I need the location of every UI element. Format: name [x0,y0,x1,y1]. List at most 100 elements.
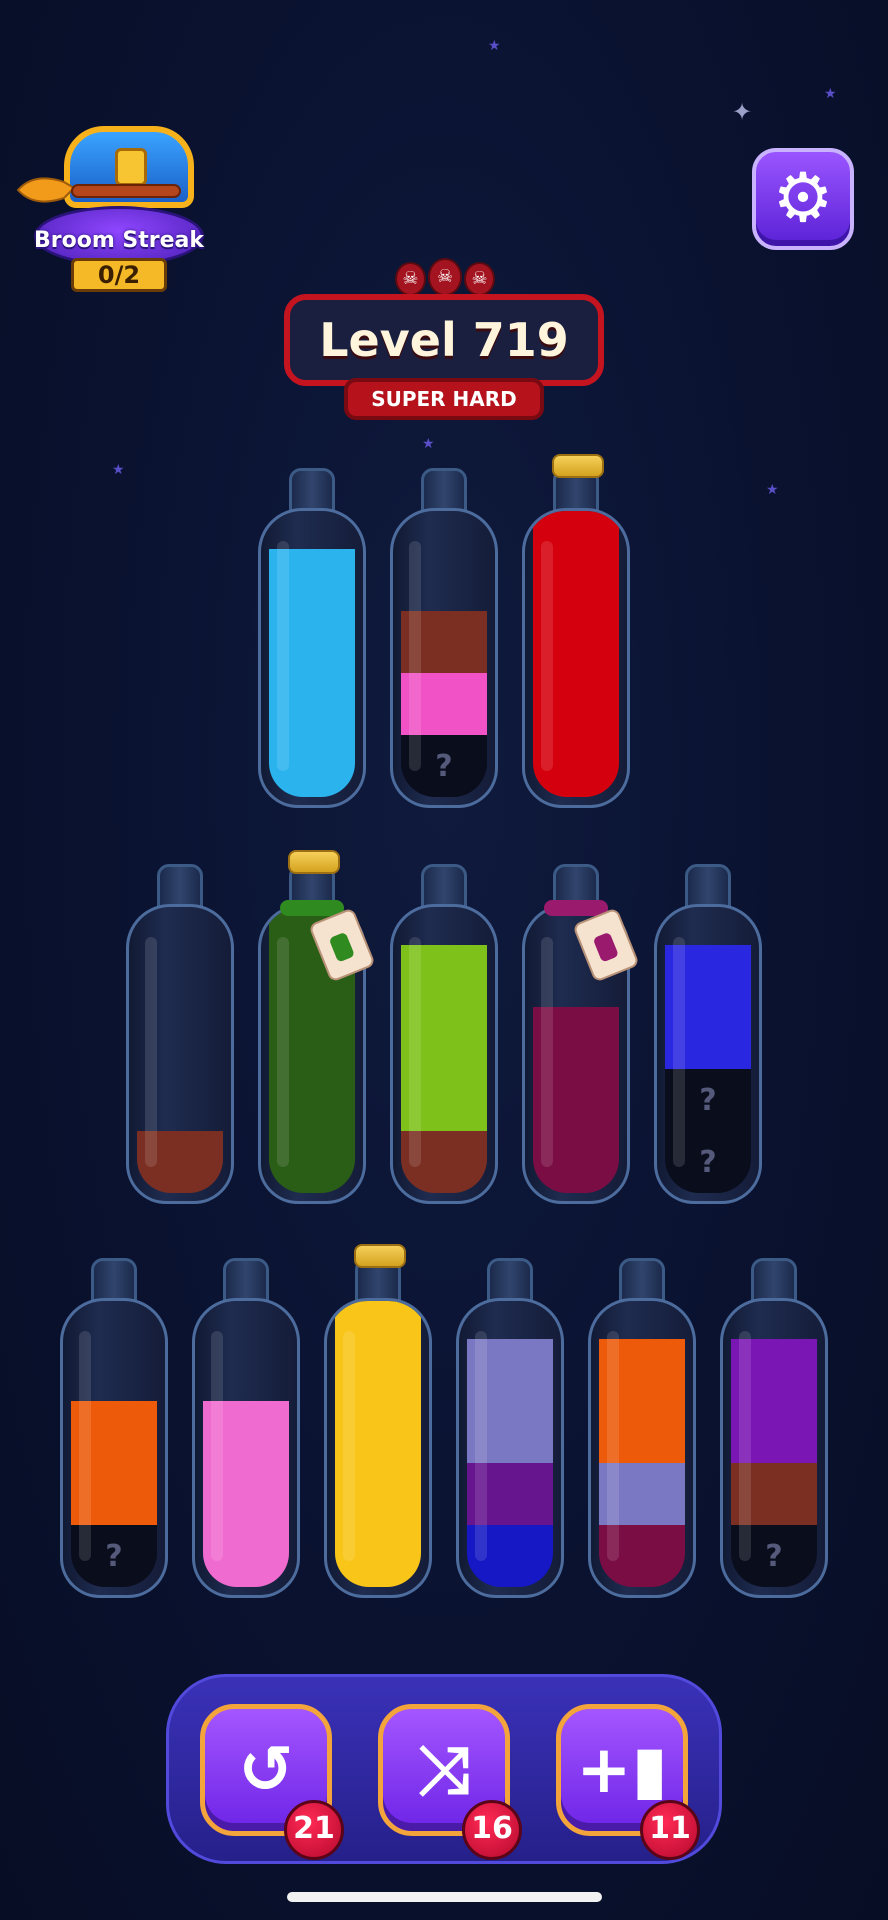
bottle-glass [192,1298,300,1598]
bottle[interactable]: ? [720,1258,828,1598]
liquid-layer [533,673,619,735]
star-decoration: ★ [488,38,501,54]
bottle[interactable]: ?? [654,864,762,1204]
bottle[interactable] [126,864,234,1204]
hidden-liquid-layer: ? [71,1525,157,1587]
liquid-layer [599,1339,685,1401]
skull-icon: ☠ [395,262,426,296]
bottle-glass: ? [390,508,498,808]
hidden-liquid-layer: ? [731,1525,817,1587]
count-badge: 16 [462,1800,522,1860]
bottle-glass [456,1298,564,1598]
liquid-layer [533,735,619,797]
liquid-layer [731,1463,817,1525]
skull-icon: ☠ [427,258,463,296]
bottle[interactable] [456,1258,564,1598]
bottle[interactable] [522,864,640,1204]
liquid-layer [467,1525,553,1587]
broom-streak-widget[interactable]: Broom Streak 0/2 [14,118,204,298]
liquid-layer [467,1401,553,1463]
liquid-layer [137,1131,223,1193]
liquid-layer [269,673,355,735]
liquid-layer [533,1069,619,1131]
liquid-layer [335,1301,421,1339]
potion-icon [592,931,620,963]
liquid-layer [335,1463,421,1525]
liquid-layer [533,1131,619,1193]
hidden-liquid-layer: ? [665,1131,751,1193]
star-decoration: ✦ [732,98,753,126]
settings-button[interactable]: ⚙ [752,148,854,250]
liquid-layer [401,673,487,735]
liquid-layer [401,1131,487,1193]
bottle-glass [588,1298,696,1598]
cork-icon [288,850,340,874]
liquid-layer [335,1339,421,1401]
liquid-layer [269,611,355,673]
bottle[interactable] [258,850,376,1204]
bottle[interactable] [522,454,630,808]
liquid-layer [599,1525,685,1587]
liquid-layer [467,1463,553,1525]
liquid-layer [335,1525,421,1587]
hidden-liquid-layer: ? [665,1069,751,1131]
liquid-layer [401,1069,487,1131]
liquid-layer [401,945,487,1007]
bottle[interactable] [258,468,366,808]
liquid-layer [665,945,751,1007]
bottle-glass [390,904,498,1204]
hidden-liquid-layer: ? [401,735,487,797]
liquid-layer [71,1463,157,1525]
hidden-mark: ? [699,1145,717,1180]
liquid-layer [533,511,619,549]
liquid-layer [665,1007,751,1069]
liquid-layer [269,549,355,611]
home-indicator [287,1892,602,1902]
level-title: Level 719 [319,313,569,367]
count-badge: 11 [640,1800,700,1860]
liquid-layer [599,1401,685,1463]
potion-icon [328,931,356,963]
gear-icon: ⚙ [772,159,834,238]
add-bottle-icon: +▮ [576,1731,668,1808]
liquid-layer [269,735,355,797]
bottle-glass: ? [60,1298,168,1598]
bottle[interactable] [588,1258,696,1598]
hidden-mark: ? [435,749,453,784]
bottle[interactable] [192,1258,300,1598]
streak-count: 0/2 [71,258,167,292]
hidden-mark: ? [105,1539,123,1574]
hidden-mark: ? [699,1083,717,1118]
broom-icon [16,177,181,203]
level-banner: Level 719 [284,294,604,386]
bottle-glass: ?? [654,904,762,1204]
bottle-glass [258,508,366,808]
streak-label: Broom Streak [33,228,205,253]
count-badge: 21 [284,1800,344,1860]
skull-icon: ☠ [464,262,496,296]
bottle[interactable] [390,864,498,1204]
liquid-layer [203,1525,289,1587]
liquid-layer [467,1339,553,1401]
cork-icon [552,454,604,478]
bottle[interactable] [324,1244,432,1598]
star-decoration: ★ [766,482,779,498]
bottle-glass: ? [720,1298,828,1598]
liquid-layer [533,549,619,611]
bottle[interactable]: ? [390,468,498,808]
liquid-layer [533,1007,619,1069]
liquid-layer [203,1401,289,1463]
difficulty-label: SUPER HARD [344,378,544,420]
star-decoration: ★ [112,462,125,478]
liquid-layer [269,1007,355,1069]
star-decoration: ★ [824,86,837,102]
liquid-layer [71,1401,157,1463]
bottle[interactable]: ? [60,1258,168,1598]
hidden-mark: ? [765,1539,783,1574]
liquid-layer [731,1401,817,1463]
liquid-layer [731,1339,817,1401]
undo-icon: ↺ [238,1731,294,1808]
shuffle-icon: ⤨ [417,1731,471,1808]
liquid-layer [203,1463,289,1525]
liquid-layer [401,1007,487,1069]
